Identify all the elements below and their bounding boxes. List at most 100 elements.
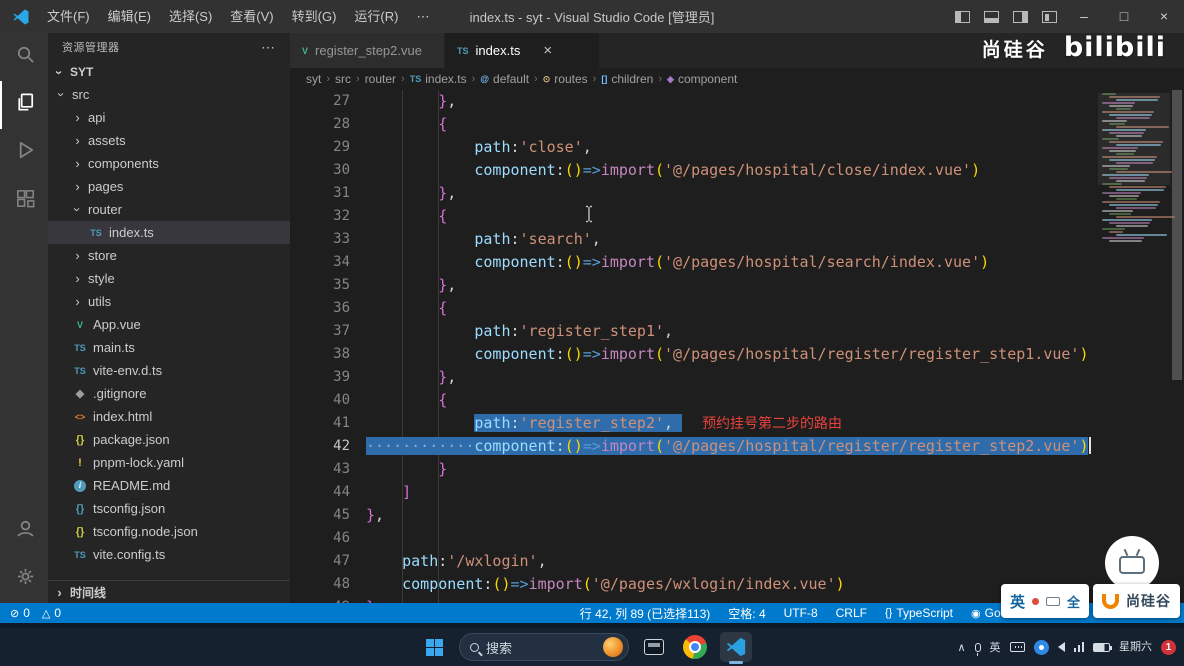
code-line-45[interactable]: 45}, [290, 504, 1170, 527]
tree-item-style[interactable]: ›style [48, 267, 290, 290]
maximize-button[interactable]: □ [1104, 0, 1144, 33]
menu-item-4[interactable]: 转到(G) [283, 0, 346, 33]
taskbar-app-window[interactable] [638, 632, 670, 662]
status-right-2[interactable]: UTF-8 [784, 605, 818, 622]
tree-item-pnpm-lock.yaml[interactable]: !pnpm-lock.yaml [48, 451, 290, 474]
breadcrumb-src[interactable]: src [335, 72, 351, 86]
status-right-4[interactable]: {}TypeScript [885, 605, 953, 622]
menu-item-1[interactable]: 编辑(E) [99, 0, 160, 33]
code-area[interactable]: 27 },28 {29 path:'close',30 component:()… [290, 90, 1170, 603]
tree-item-store[interactable]: ›store [48, 244, 290, 267]
tab-register_step2.vue[interactable]: Vregister_step2.vue [290, 33, 445, 68]
start-button[interactable] [418, 632, 450, 662]
battery-icon[interactable] [1093, 643, 1110, 652]
code-line-39[interactable]: 39 }, [290, 366, 1170, 389]
tree-item-api[interactable]: ›api [48, 106, 290, 129]
tree-item-.gitignore[interactable]: ◆.gitignore [48, 382, 290, 405]
code-line-31[interactable]: 31 }, [290, 182, 1170, 205]
code-line-38[interactable]: 38 component:()=>import('@/pages/hospita… [290, 343, 1170, 366]
code-line-44[interactable]: 44 ] [290, 481, 1170, 504]
breadcrumb-default[interactable]: @default [480, 72, 529, 86]
code-line-28[interactable]: 28 { [290, 113, 1170, 136]
minimize-button[interactable]: – [1064, 0, 1104, 33]
code-line-43[interactable]: 43 } [290, 458, 1170, 481]
tree-item-index.ts[interactable]: TSindex.ts [48, 221, 290, 244]
volume-icon[interactable] [1058, 642, 1065, 652]
activity-settings[interactable] [0, 555, 48, 603]
menu-item-6[interactable]: ⋯ [407, 0, 438, 33]
toggle-sidebar-icon[interactable] [955, 11, 970, 23]
taskbar-chrome[interactable] [679, 632, 711, 662]
tray-app-icon[interactable] [1034, 640, 1049, 655]
menu-item-5[interactable]: 运行(R) [345, 0, 407, 33]
status-error[interactable]: ⊘0 [10, 606, 30, 620]
tree-item-router[interactable]: ›router [48, 198, 290, 221]
code-line-47[interactable]: 47 path:'/wxlogin', [290, 550, 1170, 573]
taskbar-clock[interactable]: 星期六 [1119, 641, 1152, 653]
tree-item-vite-env.d.ts[interactable]: TSvite-env.d.ts [48, 359, 290, 382]
notification-badge[interactable]: 1 [1161, 640, 1176, 655]
activity-account[interactable] [0, 507, 48, 555]
tree-item-components[interactable]: ›components [48, 152, 290, 175]
tree-item-utils[interactable]: ›utils [48, 290, 290, 313]
customize-layout-icon[interactable] [1042, 11, 1057, 23]
code-line-34[interactable]: 34 component:()=>import('@/pages/hospita… [290, 251, 1170, 274]
tree-item-package.json[interactable]: {}package.json [48, 428, 290, 451]
ime-fullwidth[interactable]: 全 [1067, 592, 1080, 611]
status-right-0[interactable]: 行 42, 列 89 (已选择113) [580, 605, 711, 622]
scrollbar-thumb[interactable] [1172, 90, 1182, 380]
breadcrumb-router[interactable]: router [365, 72, 396, 86]
project-root-row[interactable]: › SYT [48, 61, 290, 83]
activity-run-debug[interactable] [0, 129, 48, 177]
toggle-panel-icon[interactable] [984, 11, 999, 23]
ime-keyboard-icon[interactable] [1046, 597, 1060, 606]
ime-status-bar[interactable]: 英 全 [1001, 584, 1089, 618]
code-line-27[interactable]: 27 }, [290, 90, 1170, 113]
microphone-icon[interactable] [975, 643, 981, 652]
code-line-36[interactable]: 36 { [290, 297, 1170, 320]
breadcrumb-routes[interactable]: ⊙routes [543, 72, 588, 86]
taskbar-vscode[interactable] [720, 632, 752, 662]
tray-expand-icon[interactable]: ∧ [957, 641, 965, 654]
vertical-scrollbar[interactable] [1170, 90, 1184, 603]
status-right-1[interactable]: 空格: 4 [728, 605, 765, 622]
close-tab-icon[interactable]: × [543, 42, 552, 59]
breadcrumb-syt[interactable]: syt [306, 72, 321, 86]
minimap-slider[interactable] [1098, 93, 1170, 185]
tree-item-App.vue[interactable]: VApp.vue [48, 313, 290, 336]
tree-item-tsconfig.json[interactable]: {}tsconfig.json [48, 497, 290, 520]
status-right-3[interactable]: CRLF [836, 605, 867, 622]
ime-language[interactable]: 英 [1010, 591, 1025, 612]
menu-item-0[interactable]: 文件(F) [38, 0, 99, 33]
activity-extensions[interactable] [0, 177, 48, 225]
tree-item-README.md[interactable]: iREADME.md [48, 474, 290, 497]
code-line-35[interactable]: 35 }, [290, 274, 1170, 297]
code-line-37[interactable]: 37 path:'register_step1', [290, 320, 1170, 343]
menu-item-3[interactable]: 查看(V) [221, 0, 282, 33]
code-line-41[interactable]: 41 path:'register_step2',预约挂号第二步的路由 [290, 412, 1170, 435]
code-line-33[interactable]: 33 path:'search', [290, 228, 1170, 251]
breadcrumb-children[interactable]: []children [601, 72, 653, 86]
status-warning[interactable]: △0 [42, 606, 61, 620]
code-line-40[interactable]: 40 { [290, 389, 1170, 412]
code-line-32[interactable]: 32 { [290, 205, 1170, 228]
tray-language[interactable]: 英 [990, 639, 1001, 655]
tree-item-index.html[interactable]: <>index.html [48, 405, 290, 428]
tree-item-main.ts[interactable]: TSmain.ts [48, 336, 290, 359]
activity-explorer[interactable] [0, 81, 48, 129]
close-button[interactable]: × [1144, 0, 1184, 33]
network-icon[interactable] [1074, 642, 1085, 652]
tab-index.ts[interactable]: TSindex.ts× [445, 33, 600, 68]
taskbar-search[interactable]: 搜索 [459, 633, 629, 661]
code-line-30[interactable]: 30 component:()=>import('@/pages/hospita… [290, 159, 1170, 182]
keyboard-icon[interactable] [1010, 642, 1025, 652]
breadcrumb-component[interactable]: ◈component [667, 72, 737, 86]
tree-item-vite.config.ts[interactable]: TSvite.config.ts [48, 543, 290, 566]
code-line-42[interactable]: 42············component:()=>import('@/pa… [290, 435, 1170, 458]
breadcrumb-index.ts[interactable]: TSindex.ts [410, 72, 467, 86]
toggle-secondary-sidebar-icon[interactable] [1013, 11, 1028, 23]
menu-item-2[interactable]: 选择(S) [160, 0, 221, 33]
activity-search[interactable] [0, 33, 48, 81]
timeline-section[interactable]: › 时间线 [48, 580, 290, 603]
tree-item-pages[interactable]: ›pages [48, 175, 290, 198]
